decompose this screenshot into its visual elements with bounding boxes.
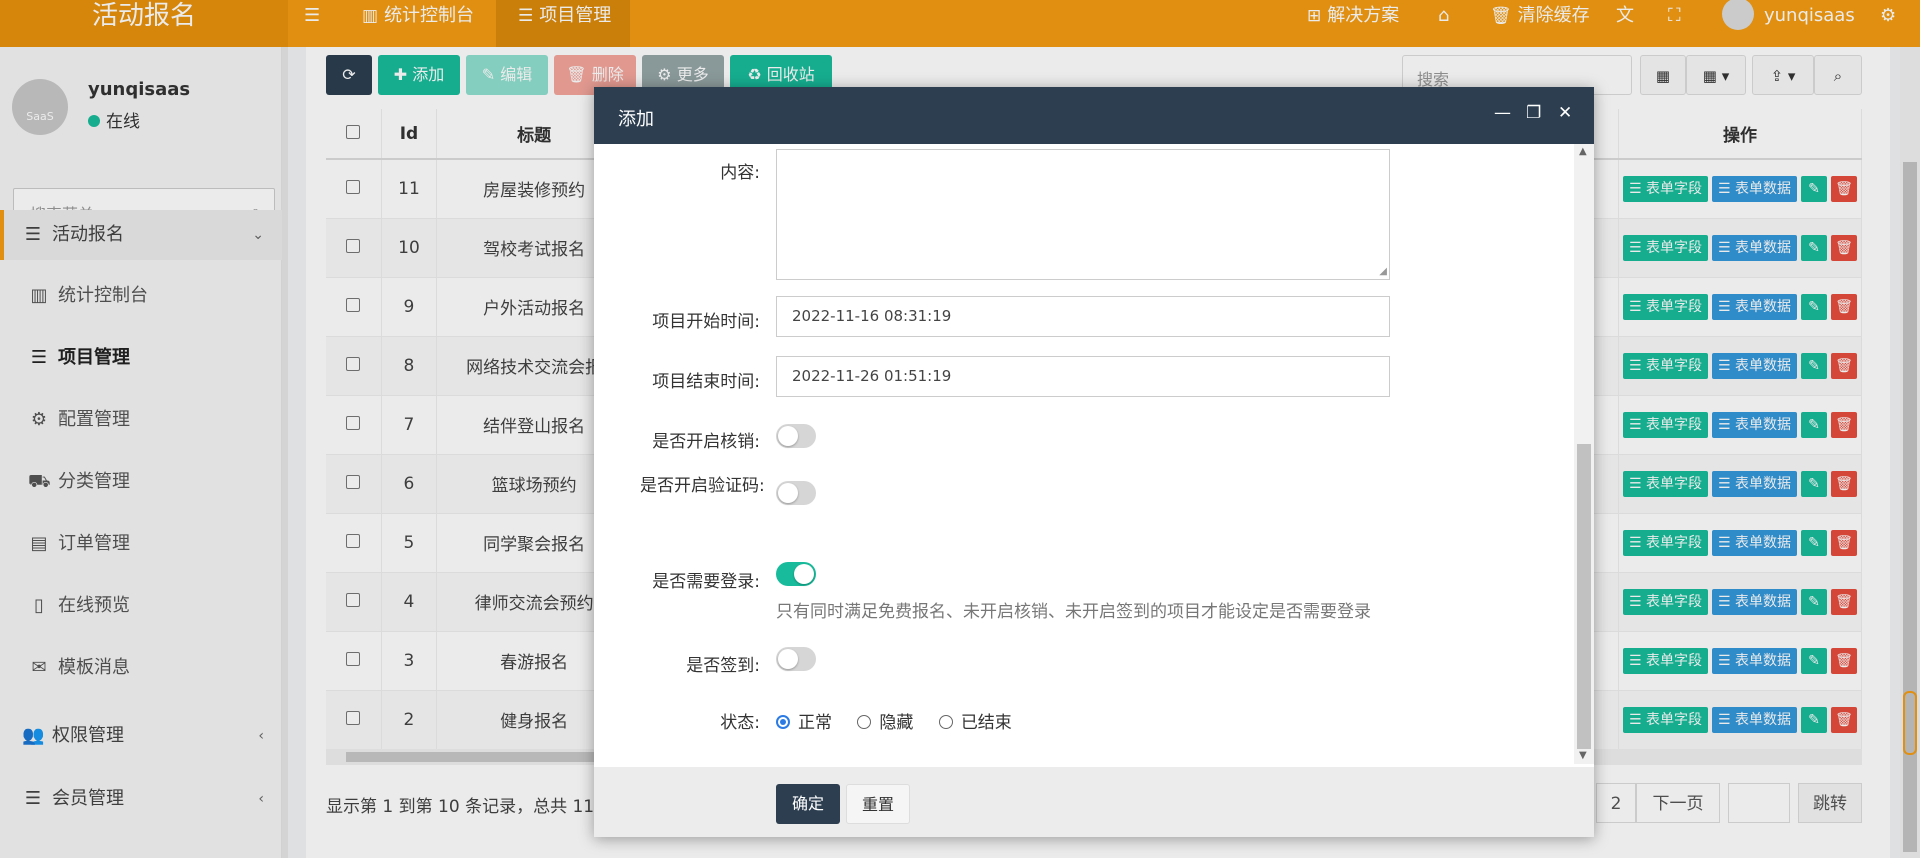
dialog-scrollbar[interactable]: ▲ ▼ bbox=[1574, 144, 1594, 764]
login-switch[interactable] bbox=[776, 562, 816, 586]
status-label: 状态: bbox=[720, 713, 760, 733]
login-label: 是否需要登录: bbox=[652, 572, 760, 592]
minimize-icon[interactable]: — bbox=[1494, 103, 1511, 123]
status-hidden-radio[interactable]: 隐藏 bbox=[857, 713, 913, 733]
add-dialog: 添加 — ❐ ✕ 内容: ◢ 项目开始时间: 2022-11-16 08:31:… bbox=[594, 87, 1594, 837]
signin-label: 是否签到: bbox=[686, 656, 760, 676]
scroll-up-icon[interactable]: ▲ bbox=[1579, 146, 1587, 157]
scroll-down-icon[interactable]: ▼ bbox=[1579, 750, 1587, 761]
confirm-button[interactable]: 确定 bbox=[776, 784, 840, 824]
reset-button[interactable]: 重置 bbox=[846, 784, 910, 824]
status-ended-radio[interactable]: 已结束 bbox=[938, 713, 1012, 733]
resize-grip-icon: ◢ bbox=[1379, 266, 1387, 277]
verify-switch[interactable] bbox=[776, 424, 816, 448]
captcha-label: 是否开启验证码: bbox=[640, 476, 765, 496]
start-time-label: 项目开始时间: bbox=[652, 312, 760, 332]
end-time-input[interactable]: 2022-11-26 01:51:19 bbox=[776, 356, 1390, 397]
status-radio-group: 正常 隐藏 已结束 bbox=[776, 708, 1012, 733]
end-time-label: 项目结束时间: bbox=[652, 372, 760, 392]
dialog-body: 内容: ◢ 项目开始时间: 2022-11-16 08:31:19 项目结束时间… bbox=[594, 144, 1594, 764]
status-normal-radio[interactable]: 正常 bbox=[776, 713, 832, 733]
close-icon[interactable]: ✕ bbox=[1558, 103, 1572, 123]
maximize-icon[interactable]: ❐ bbox=[1526, 103, 1541, 123]
login-help-text: 只有同时满足免费报名、未开启核销、未开启签到的项目才能设定是否需要登录 bbox=[776, 602, 1371, 622]
dialog-footer: 确定 重置 bbox=[594, 767, 1594, 837]
dialog-title: 添加 bbox=[618, 109, 654, 130]
captcha-switch[interactable] bbox=[776, 481, 816, 505]
dialog-header: 添加 — ❐ ✕ bbox=[594, 87, 1594, 144]
start-time-input[interactable]: 2022-11-16 08:31:19 bbox=[776, 296, 1390, 337]
signin-switch[interactable] bbox=[776, 647, 816, 671]
content-textarea[interactable]: ◢ bbox=[776, 149, 1390, 280]
content-label: 内容: bbox=[720, 163, 760, 183]
verify-label: 是否开启核销: bbox=[652, 432, 760, 452]
